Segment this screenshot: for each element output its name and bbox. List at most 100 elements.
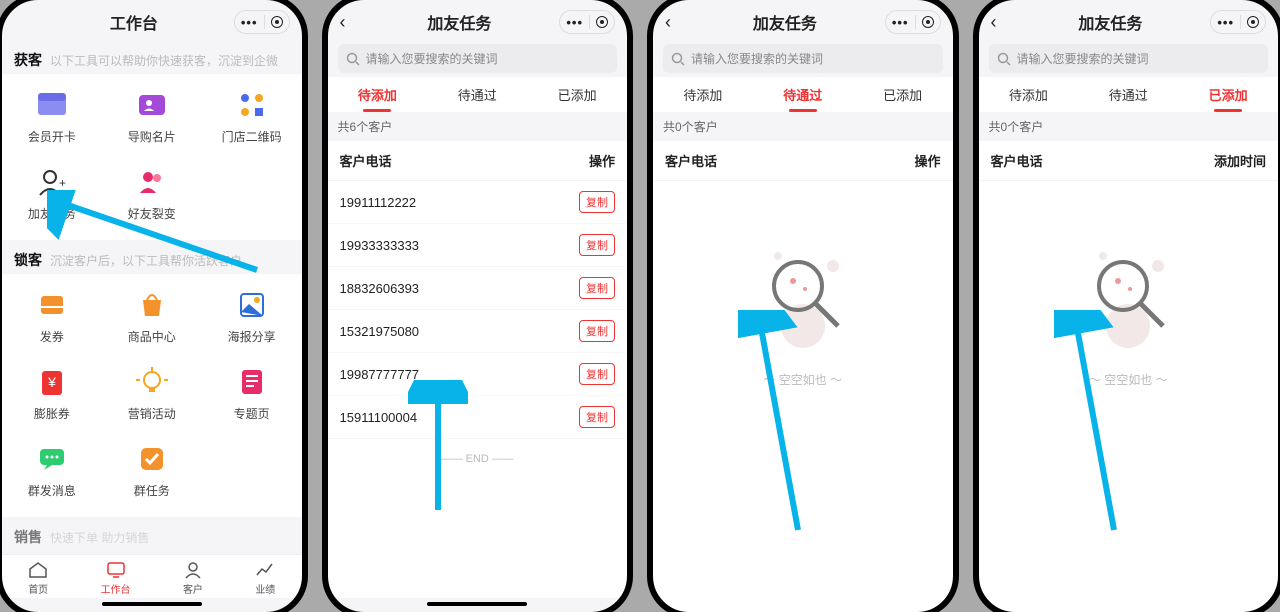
table-row: 18832606393 复制 <box>328 267 628 310</box>
more-icon[interactable]: ••• <box>1217 15 1234 30</box>
tool-label: 导购名片 <box>128 128 176 145</box>
search-placeholder: 请输入您要搜索的关键词 <box>1017 50 1149 67</box>
qr-icon <box>235 88 269 122</box>
page-title: 加友任务 <box>685 10 885 34</box>
miniapp-capsule[interactable]: ••• <box>885 10 941 34</box>
wallet-icon <box>35 88 69 122</box>
col-addtime: 添加时间 <box>1214 151 1266 170</box>
header: ‹ 加友任务 ••• <box>328 0 628 40</box>
copy-button[interactable]: 复制 <box>579 406 615 428</box>
table-row: 19987777777复制 <box>328 353 628 396</box>
col-phone: 客户电话 <box>340 151 392 170</box>
nav-customer[interactable]: 客户 <box>183 561 203 596</box>
close-icon[interactable] <box>922 16 934 28</box>
count-bar: 共0个客户 <box>653 112 953 141</box>
money-icon: ¥ <box>35 365 69 399</box>
nav-performance[interactable]: 业绩 <box>255 561 275 596</box>
tab-pending[interactable]: 待添加 <box>653 77 753 112</box>
header: 工作台 ••• <box>2 0 302 40</box>
tool-member-card[interactable]: 会员开卡 <box>2 78 102 155</box>
search-placeholder: 请输入您要搜索的关键词 <box>366 50 498 67</box>
empty-text: ～ 空空如也 ～ <box>763 371 842 388</box>
section-label: 销售 <box>14 527 42 547</box>
nav-workbench[interactable]: 工作台 <box>101 561 131 596</box>
tool-store-qr[interactable]: 门店二维码 <box>202 78 302 155</box>
tool-label: 门店二维码 <box>222 128 282 145</box>
more-icon[interactable]: ••• <box>241 15 258 30</box>
tab-pending[interactable]: 待添加 <box>328 77 428 112</box>
tool-special-page[interactable]: 专题页 <box>202 355 302 432</box>
copy-button[interactable]: 复制 <box>579 277 615 299</box>
coupon-icon <box>35 288 69 322</box>
section-subtitle: 以下工具可以帮助你快速获客，沉淀到企微 <box>50 52 278 69</box>
tab-pending[interactable]: 待添加 <box>979 77 1079 112</box>
tab-added[interactable]: 已添加 <box>1178 77 1278 112</box>
tool-send-coupon[interactable]: 发券 <box>2 278 102 355</box>
section-head-xiaoshou: 销售 快速下单 助力销售 <box>2 517 302 551</box>
tool-marketing-activity[interactable]: 营销活动 <box>102 355 202 432</box>
search-icon <box>997 52 1011 66</box>
person-plus-icon: + <box>35 165 69 199</box>
tool-grid-huoke: 会员开卡 导购名片 门店二维码 + 加友任务 好友裂变 <box>2 74 302 240</box>
tab-waiting[interactable]: 待通过 <box>753 77 853 112</box>
search-input[interactable]: 请输入您要搜索的关键词 <box>338 44 618 73</box>
tool-guide-card[interactable]: 导购名片 <box>102 78 202 155</box>
tab-added[interactable]: 已添加 <box>853 77 953 112</box>
more-icon[interactable]: ••• <box>892 15 909 30</box>
back-button[interactable]: ‹ <box>665 12 685 33</box>
table-row: 19933333333复制 <box>328 224 628 267</box>
count-bar: 共0个客户 <box>979 112 1279 141</box>
miniapp-capsule[interactable]: ••• <box>1210 10 1266 34</box>
tool-inflate-coupon[interactable]: ¥ 膨胀券 <box>2 355 102 432</box>
back-button[interactable]: ‹ <box>340 12 360 33</box>
tool-label: 会员开卡 <box>28 128 76 145</box>
tool-label: 膨胀券 <box>34 405 70 422</box>
page-title: 加友任务 <box>360 10 560 34</box>
tool-group-task[interactable]: 群任务 <box>102 432 202 509</box>
screen-workbench: 工作台 ••• 获客 以下工具可以帮助你快速获客，沉淀到企微 会员开卡 导购名片… <box>2 0 302 612</box>
tab-waiting[interactable]: 待通过 <box>1078 77 1178 112</box>
tool-add-friend-task[interactable]: + 加友任务 <box>2 155 102 232</box>
empty-illustration <box>1068 231 1188 351</box>
svg-text:¥: ¥ <box>47 374 56 390</box>
tool-product-center[interactable]: 商品中心 <box>102 278 202 355</box>
tab-waiting[interactable]: 待通过 <box>427 77 527 112</box>
phone-cell: 15321975080 <box>340 324 420 339</box>
tool-label: 商品中心 <box>128 328 176 345</box>
screen-waiting: ‹ 加友任务 ••• 请输入您要搜索的关键词 待添加 待通过 已添加 共0个客户… <box>653 0 953 612</box>
phone-cell: 19911112222 <box>340 195 417 210</box>
empty-state: ～ 空空如也 ～ <box>653 181 953 612</box>
header: ‹ 加友任务 ••• <box>653 0 953 40</box>
trend-icon <box>255 561 275 579</box>
copy-button[interactable]: 复制 <box>579 320 615 342</box>
copy-button[interactable]: 复制 <box>579 191 615 213</box>
tool-poster-share[interactable]: 海报分享 <box>202 278 302 355</box>
people-icon <box>135 165 169 199</box>
search-icon <box>346 52 360 66</box>
search-input[interactable]: 请输入您要搜索的关键词 <box>663 44 943 73</box>
bottom-nav: 首页 工作台 客户 业绩 <box>2 554 302 598</box>
page-title: 加友任务 <box>1011 10 1211 34</box>
table-row: 19911112222 复制 <box>328 181 628 224</box>
phone-cell: 18832606393 <box>340 281 420 296</box>
screen-added: ‹ 加友任务 ••• 请输入您要搜索的关键词 待添加 待通过 已添加 共0个客户… <box>979 0 1279 612</box>
header: ‹ 加友任务 ••• <box>979 0 1279 40</box>
tool-label: 海报分享 <box>228 328 276 345</box>
tab-added[interactable]: 已添加 <box>527 77 627 112</box>
tool-label: 群发消息 <box>28 482 76 499</box>
copy-button[interactable]: 复制 <box>579 363 615 385</box>
back-button[interactable]: ‹ <box>991 12 1011 33</box>
miniapp-capsule[interactable]: ••• <box>234 10 290 34</box>
more-icon[interactable]: ••• <box>566 15 583 30</box>
tool-friend-fission[interactable]: 好友裂变 <box>102 155 202 232</box>
tool-grid-suoke: 发券 商品中心 海报分享 ¥ 膨胀券 营销活动 专题页 群发消息 群任务 <box>2 274 302 517</box>
close-icon[interactable] <box>596 16 608 28</box>
section-head-huoke: 获客 以下工具可以帮助你快速获客，沉淀到企微 <box>2 40 302 74</box>
miniapp-capsule[interactable]: ••• <box>559 10 615 34</box>
tool-group-message[interactable]: 群发消息 <box>2 432 102 509</box>
search-input[interactable]: 请输入您要搜索的关键词 <box>989 44 1269 73</box>
copy-button[interactable]: 复制 <box>579 234 615 256</box>
close-icon[interactable] <box>1247 16 1259 28</box>
nav-home[interactable]: 首页 <box>28 561 48 596</box>
close-icon[interactable] <box>271 16 283 28</box>
